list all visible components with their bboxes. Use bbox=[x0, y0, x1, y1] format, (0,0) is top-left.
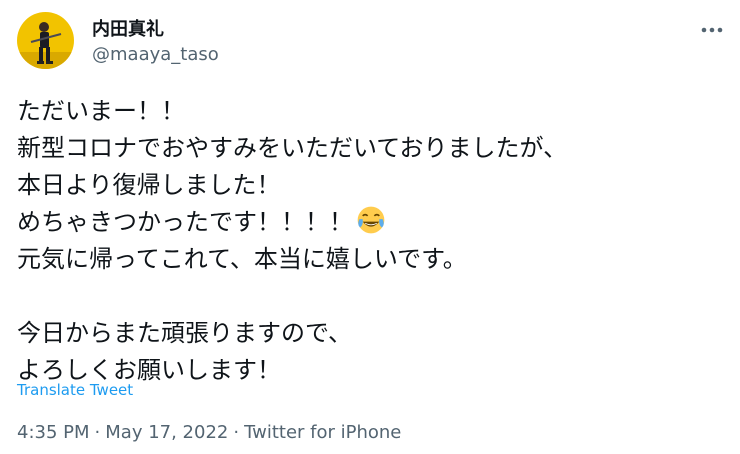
tweet-line: ただいまー！！ bbox=[17, 97, 185, 125]
translate-tweet-link[interactable]: Translate Tweet bbox=[17, 380, 133, 400]
tweet-text: ただいまー！！ 新型コロナでおやすみをいただいておりましたが、 本日より復帰しま… bbox=[17, 93, 723, 389]
tweet-line: 元気に帰ってこれて、本当に嬉しいです。 bbox=[17, 245, 467, 273]
author-display-name[interactable]: 内田真礼 bbox=[92, 18, 164, 42]
tweet-line-with-emoji: めちゃきつかったです！！！！ bbox=[17, 204, 723, 241]
tweet-time[interactable]: 4:35 PM bbox=[17, 422, 90, 443]
tweet-line: 本日より復帰しました！ bbox=[17, 171, 281, 199]
avatar-photo-icon bbox=[17, 12, 74, 69]
author-handle[interactable]: @maaya_taso bbox=[92, 43, 219, 67]
face-with-tears-of-joy-emoji-icon bbox=[357, 206, 385, 234]
meta-separator: · bbox=[233, 422, 240, 443]
tweet-line: 今日からまた頑張りますので、 bbox=[17, 319, 353, 347]
tweet-card: 内田真礼 @maaya_taso ただいまー！！ 新型コロナでおやすみをいただい… bbox=[0, 0, 740, 454]
more-options-button[interactable] bbox=[692, 18, 732, 42]
user-avatar[interactable] bbox=[17, 12, 74, 69]
tweet-date[interactable]: May 17, 2022 bbox=[105, 422, 228, 443]
tweet-metadata: 4:35 PM · May 17, 2022 · Twitter for iPhone bbox=[17, 421, 401, 445]
tweet-line: めちゃきつかったです！！！！ bbox=[17, 208, 353, 236]
tweet-line: 新型コロナでおやすみをいただいておりましたが、 bbox=[17, 134, 568, 162]
tweet-source[interactable]: Twitter for iPhone bbox=[244, 422, 401, 443]
meta-separator: · bbox=[94, 422, 101, 443]
more-options-icon bbox=[701, 27, 723, 33]
